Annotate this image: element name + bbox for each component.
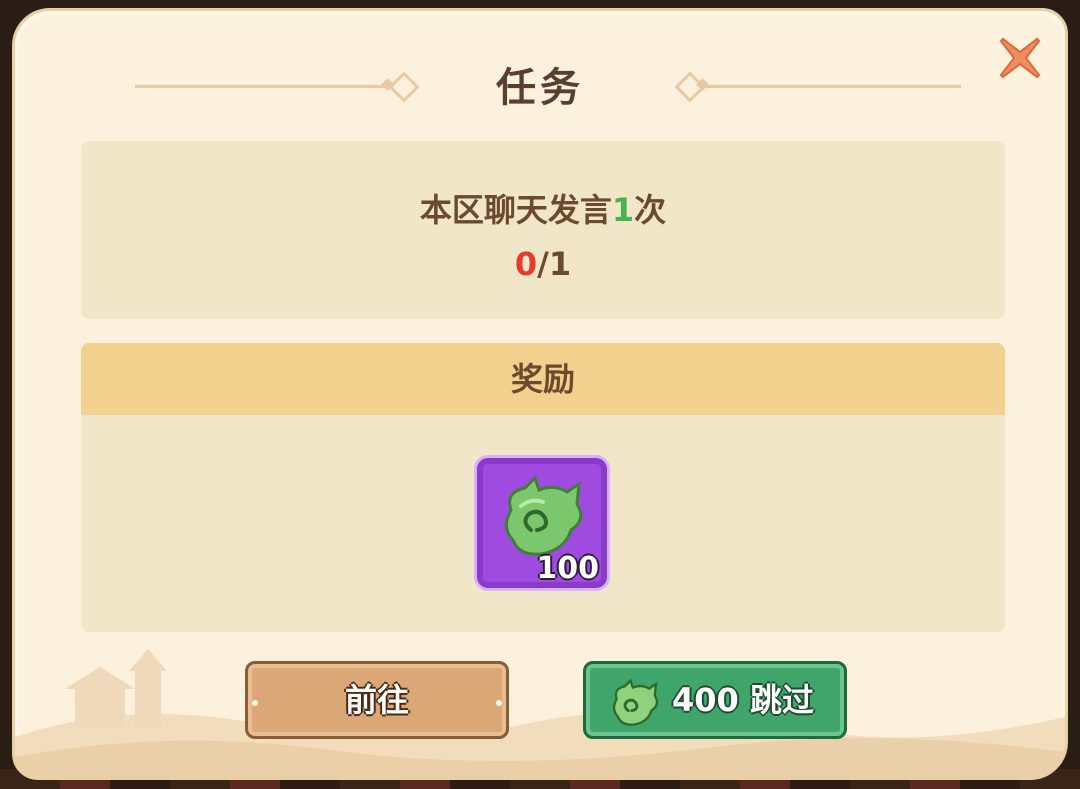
progress-total: /1 xyxy=(537,245,572,283)
dialog-title: 任务 xyxy=(496,65,584,111)
task-description-prefix: 本区聊天发言 xyxy=(419,191,612,229)
skip-text: 跳过 xyxy=(749,681,814,719)
skip-cost: 400 xyxy=(672,681,739,719)
go-button-label: 前往 xyxy=(344,681,409,719)
task-dialog: 任务 本区聊天发言1次 0/1 奖励 100 前往 400 跳过 xyxy=(12,8,1068,780)
background-scenery xyxy=(15,649,1065,777)
skip-button[interactable]: 400 跳过 xyxy=(583,661,847,739)
close-icon xyxy=(999,37,1041,79)
green-jade-icon xyxy=(612,678,659,726)
task-description: 本区聊天发言1次 xyxy=(81,185,1005,231)
skip-button-label: 400 跳过 xyxy=(672,664,814,736)
reward-header: 奖励 xyxy=(81,343,1005,415)
button-ornament xyxy=(252,700,258,706)
title-decoration-right xyxy=(705,85,961,88)
button-ornament xyxy=(496,700,502,706)
task-description-suffix: 次 xyxy=(634,191,667,229)
progress-current: 0 xyxy=(514,245,538,283)
reward-item-slot[interactable]: 100 xyxy=(474,455,610,591)
task-progress: 0/1 xyxy=(81,245,1005,283)
reward-panel: 奖励 100 xyxy=(81,343,1005,632)
task-target-count: 1 xyxy=(611,191,635,229)
close-button[interactable] xyxy=(997,35,1043,81)
reward-item-count: 100 xyxy=(536,551,599,586)
go-button[interactable]: 前往 xyxy=(245,661,509,739)
title-row: 任务 xyxy=(15,51,1065,121)
task-panel: 本区聊天发言1次 0/1 xyxy=(81,141,1005,319)
